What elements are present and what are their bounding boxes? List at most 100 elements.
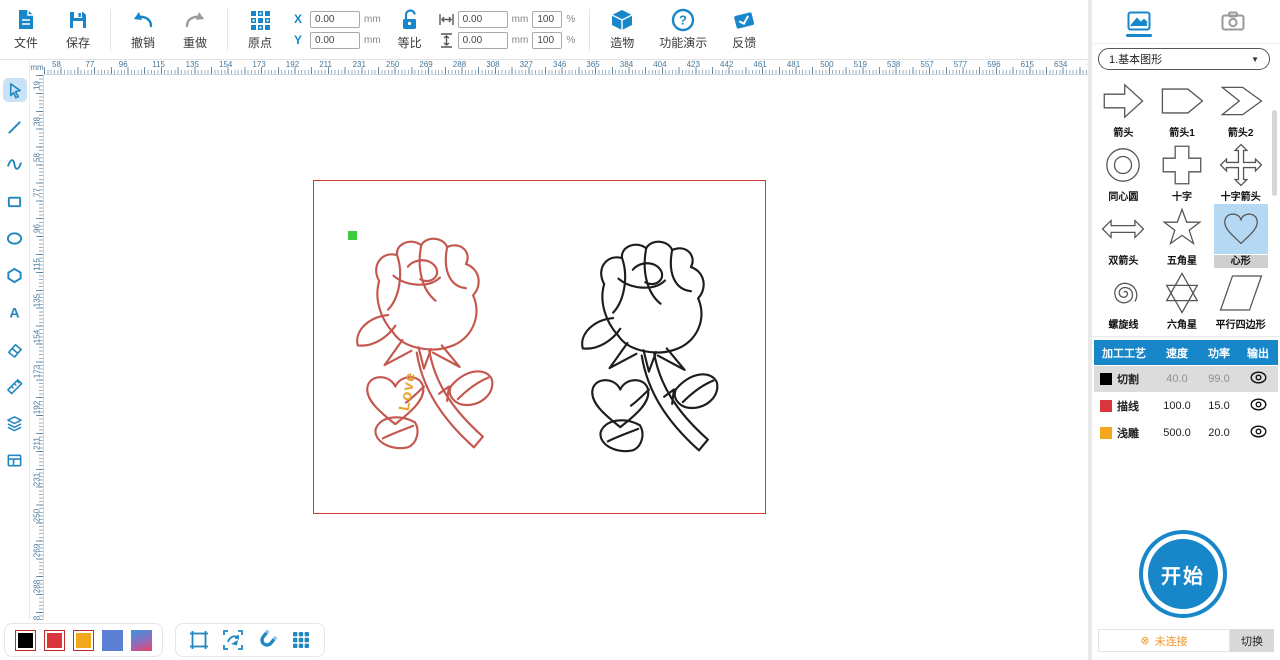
snap-button[interactable] — [254, 627, 280, 653]
cube-icon — [610, 8, 634, 32]
undo-label: 撤销 — [131, 34, 155, 51]
layer-speed[interactable]: 40.0 — [1156, 373, 1198, 385]
arrow1-shape-icon — [1157, 78, 1207, 124]
layer-visibility-toggle[interactable] — [1240, 398, 1276, 414]
table-tool[interactable] — [3, 448, 27, 472]
ellipse-tool[interactable] — [3, 226, 27, 250]
shape-concentric[interactable]: 同心圆 — [1094, 140, 1153, 204]
cross-arrow-shape-icon — [1216, 142, 1266, 188]
redo-button[interactable]: 重做 — [169, 2, 221, 58]
tab-gallery[interactable] — [1126, 7, 1152, 37]
swatch-gradient[interactable] — [131, 630, 152, 651]
shape-arrow1[interactable]: 箭头1 — [1153, 76, 1212, 140]
text-tool[interactable]: A — [3, 300, 27, 324]
layer-row-line[interactable]: 描线 100.0 15.0 — [1094, 393, 1278, 419]
measure-tool[interactable] — [3, 374, 27, 398]
file-button[interactable]: 文件 — [0, 2, 52, 58]
header-power: 功率 — [1198, 345, 1240, 361]
width-pct-sign: % — [566, 14, 575, 25]
curve-tool[interactable] — [3, 152, 27, 176]
demo-label: 功能演示 — [659, 34, 707, 51]
toolbar-separator — [110, 9, 111, 51]
layer-color-red — [1100, 400, 1112, 412]
demo-button[interactable]: ? 功能演示 — [648, 2, 718, 58]
layer-speed[interactable]: 500.0 — [1156, 427, 1198, 439]
feedback-button[interactable]: 反馈 — [718, 2, 770, 58]
shape-category-dropdown[interactable]: 1.基本图形 ▼ — [1098, 48, 1270, 70]
x-unit: mm — [364, 14, 381, 25]
rose-artwork-red[interactable] — [347, 223, 499, 475]
layer-power[interactable]: 20.0 — [1198, 427, 1240, 439]
swatch-blue[interactable] — [102, 630, 123, 651]
file-icon — [14, 8, 38, 32]
swatch-orange[interactable] — [73, 630, 94, 651]
grid-button[interactable] — [288, 627, 314, 653]
height-input[interactable] — [458, 32, 508, 49]
shape-double-arrow[interactable]: 双箭头 — [1094, 204, 1153, 268]
cross-shape-icon — [1157, 142, 1207, 188]
undo-button[interactable]: 撤销 — [117, 2, 169, 58]
design-canvas[interactable]: Love — [44, 75, 1088, 620]
proportional-lock-button[interactable]: 等比 — [389, 2, 431, 58]
rectangle-tool[interactable] — [3, 189, 27, 213]
grid-icon — [290, 629, 312, 651]
tab-camera[interactable] — [1220, 7, 1246, 37]
save-button[interactable]: 保存 — [52, 2, 104, 58]
shape-star6[interactable]: 六角星 — [1153, 268, 1212, 332]
shape-spiral[interactable]: 螺旋线 — [1094, 268, 1153, 332]
layer-visibility-toggle[interactable] — [1240, 371, 1276, 387]
height-percent-input[interactable] — [532, 32, 562, 49]
layer-visibility-toggle[interactable] — [1240, 425, 1276, 441]
width-percent-input[interactable] — [532, 11, 562, 28]
header-speed: 速度 — [1156, 345, 1198, 361]
layers-tool[interactable] — [3, 411, 27, 435]
layer-power[interactable]: 15.0 — [1198, 400, 1240, 412]
origin-button[interactable]: 原点 — [234, 2, 286, 58]
shape-grid-scrollbar[interactable] — [1272, 110, 1277, 196]
shape-cross-arrow[interactable]: 十字箭头 — [1211, 140, 1270, 204]
toolbar-separator — [589, 9, 590, 51]
header-process: 加工工艺 — [1094, 345, 1156, 361]
layer-color-black — [1100, 373, 1112, 385]
x-input[interactable] — [310, 11, 360, 28]
polygon-tool[interactable] — [3, 263, 27, 287]
width-input[interactable] — [458, 11, 508, 28]
frame-select-button[interactable] — [186, 627, 212, 653]
save-label: 保存 — [66, 34, 90, 51]
swatch-red[interactable] — [44, 630, 65, 651]
y-input[interactable] — [310, 32, 360, 49]
shape-parallelogram[interactable]: 平行四边形 — [1211, 268, 1270, 332]
shape-cross[interactable]: 十字 — [1153, 140, 1212, 204]
camera-icon — [1221, 11, 1245, 31]
line-tool[interactable] — [3, 115, 27, 139]
cursor-icon — [6, 82, 23, 99]
lock-label: 等比 — [398, 34, 422, 51]
height-icon — [439, 33, 454, 48]
create-button[interactable]: 造物 — [596, 2, 648, 58]
question-icon: ? — [671, 8, 695, 32]
layer-speed[interactable]: 100.0 — [1156, 400, 1198, 412]
switch-device-button[interactable]: 切换 — [1230, 629, 1274, 652]
swatch-black[interactable] — [15, 630, 36, 651]
start-button[interactable]: 开始 — [1139, 530, 1227, 618]
fit-view-button[interactable] — [220, 627, 246, 653]
layer-row-cut[interactable]: 切割 40.0 99.0 — [1094, 366, 1278, 392]
shape-arrow[interactable]: 箭头 — [1094, 76, 1153, 140]
eye-icon — [1250, 371, 1267, 384]
feedback-icon — [731, 8, 757, 32]
layer-power[interactable]: 99.0 — [1198, 373, 1240, 385]
create-label: 造物 — [610, 34, 634, 51]
shape-heart[interactable]: 心形 — [1211, 204, 1270, 268]
y-label: Y — [294, 33, 306, 47]
layers-icon — [6, 415, 23, 432]
select-tool[interactable] — [3, 78, 27, 102]
layer-row-engrave[interactable]: 浅雕 500.0 20.0 — [1094, 420, 1278, 446]
rose-artwork-black[interactable] — [572, 227, 724, 477]
shape-star5[interactable]: 五角星 — [1153, 204, 1212, 268]
shape-arrow2[interactable]: 箭头2 — [1211, 76, 1270, 140]
position-fields: X mm Y mm — [294, 11, 381, 49]
eraser-tool[interactable] — [3, 337, 27, 361]
connection-status[interactable]: ⊗ 未连接 — [1098, 629, 1230, 652]
svg-text:A: A — [9, 305, 19, 320]
spiral-shape-icon — [1098, 270, 1148, 316]
